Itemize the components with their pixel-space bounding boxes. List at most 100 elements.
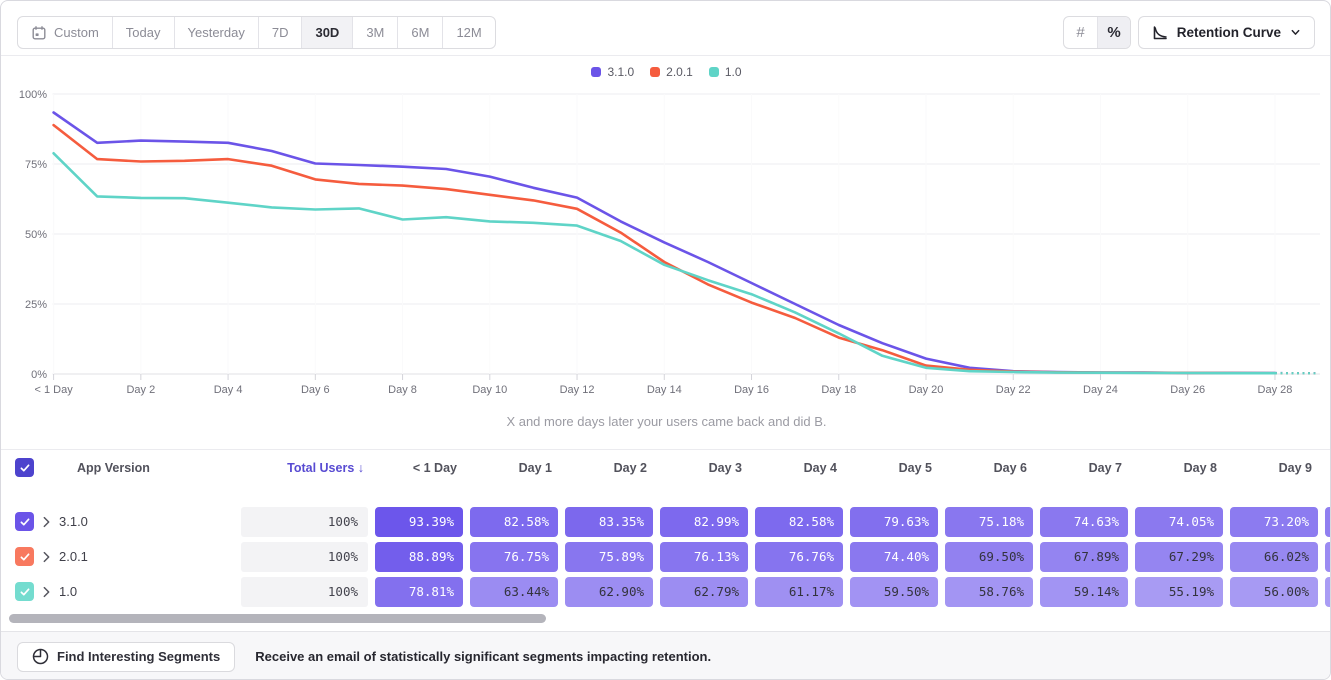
column-header-day-1[interactable]: Day 1: [470, 450, 558, 486]
retention-cell-2.0.1-day-5[interactable]: 74.40%: [850, 542, 938, 572]
retention-cell-2.0.1-day-8[interactable]: 67.29%: [1135, 542, 1223, 572]
table-row-1.0: 1.0100%78.81%63.44%62.90%62.79%61.17%59.…: [1, 577, 1331, 607]
horizontal-scrollbar-thumb[interactable]: [9, 614, 546, 623]
expand-chevron-right-icon[interactable]: [43, 516, 50, 528]
column-header-day-9[interactable]: Day 9: [1230, 450, 1318, 486]
column-header-day-3[interactable]: Day 3: [660, 450, 748, 486]
retention-cell-3.1.0-day-1[interactable]: 82.58%: [470, 507, 558, 537]
retention-cell-1.0-day-0[interactable]: 78.81%: [375, 577, 463, 607]
table-header-row: App VersionTotal Users ↓< 1 DayDay 1Day …: [1, 449, 1331, 485]
column-header-day-4[interactable]: Day 4: [755, 450, 843, 486]
svg-text:Day 22: Day 22: [996, 384, 1031, 396]
retention-cell-1.0-day-1[interactable]: 63.44%: [470, 577, 558, 607]
retention-cell-3.1.0-day-5[interactable]: 79.63%: [850, 507, 938, 537]
expand-chevron-right-icon[interactable]: [43, 586, 50, 598]
svg-text:Day 20: Day 20: [909, 384, 944, 396]
retention-cell-1.0-day-2[interactable]: 62.90%: [565, 577, 653, 607]
select-all-checkbox[interactable]: [15, 458, 34, 477]
date-range-label: 3M: [366, 25, 384, 40]
date-range-label: Custom: [54, 25, 99, 40]
date-range-custom[interactable]: Custom: [18, 17, 112, 48]
retention-cell-2.0.1-day-0[interactable]: 88.89%: [375, 542, 463, 572]
svg-text:Day 10: Day 10: [472, 384, 507, 396]
expand-chevron-right-icon[interactable]: [43, 551, 50, 563]
row-checkbox-3.1.0[interactable]: [15, 512, 34, 531]
svg-text:25%: 25%: [25, 299, 47, 311]
chevron-down-icon: [1290, 27, 1301, 38]
retention-cell-2.0.1-day-7[interactable]: 67.89%: [1040, 542, 1128, 572]
column-header-total-users-sort[interactable]: Total Users ↓: [241, 450, 368, 486]
row-checkbox-1.0[interactable]: [15, 582, 34, 601]
calendar-icon: [31, 25, 47, 41]
date-range-3m[interactable]: 3M: [352, 17, 397, 48]
chart-gridlines: [53, 94, 1320, 380]
date-range-7d[interactable]: 7D: [258, 17, 302, 48]
total-users-cell: 100%: [241, 507, 368, 537]
retention-cell-1.0-day-9[interactable]: 56.00%: [1230, 577, 1318, 607]
find-interesting-segments-button[interactable]: Find Interesting Segments: [17, 642, 235, 672]
date-range-30d[interactable]: 30D: [301, 17, 352, 48]
svg-text:0%: 0%: [31, 369, 47, 381]
date-range-12m[interactable]: 12M: [442, 17, 494, 48]
column-header-app-version: App Version: [77, 450, 150, 486]
absolute-values-toggle[interactable]: #: [1064, 17, 1097, 48]
date-range-label: Today: [126, 25, 161, 40]
svg-text:50%: 50%: [25, 229, 47, 241]
retention-cell-3.1.0-day-9[interactable]: 73.20%: [1230, 507, 1318, 537]
toolbar: Custom Today Yesterday 7D30D 3M 6M 12M #% Rete…: [1, 1, 1330, 56]
retention-cell-1.0-day-7[interactable]: 59.14%: [1040, 577, 1128, 607]
retention-cell-2.0.1-day-9[interactable]: 66.02%: [1230, 542, 1318, 572]
retention-cell-2.0.1-day-4[interactable]: 76.76%: [755, 542, 843, 572]
retention-cell-2.0.1-day-2[interactable]: 75.89%: [565, 542, 653, 572]
chart-series-lines: [54, 113, 1319, 374]
column-header-day-5[interactable]: Day 5: [850, 450, 938, 486]
chart-caption: X and more days later your users came ba…: [1, 414, 1331, 429]
retention-cell-3.1.0-day-7[interactable]: 74.63%: [1040, 507, 1128, 537]
retention-cell-2.0.1-day-3[interactable]: 76.13%: [660, 542, 748, 572]
retention-cell-1.0-day-8[interactable]: 55.19%: [1135, 577, 1223, 607]
svg-text:Day 6: Day 6: [301, 384, 330, 396]
retention-cell-partial[interactable]: [1325, 542, 1331, 572]
column-header-day-0[interactable]: < 1 Day: [375, 450, 463, 486]
total-users-cell: 100%: [241, 542, 368, 572]
column-header-day-8[interactable]: Day 8: [1135, 450, 1223, 486]
retention-cell-1.0-day-3[interactable]: 62.79%: [660, 577, 748, 607]
retention-cell-1.0-day-5[interactable]: 59.50%: [850, 577, 938, 607]
date-range-yesterday[interactable]: Yesterday: [174, 17, 258, 48]
retention-cell-2.0.1-day-1[interactable]: 76.75%: [470, 542, 558, 572]
retention-cell-partial[interactable]: [1325, 507, 1331, 537]
format-toggle: #%: [1063, 16, 1131, 49]
column-header-day-6[interactable]: Day 6: [945, 450, 1033, 486]
percent-values-toggle[interactable]: %: [1097, 17, 1130, 48]
retention-cell-partial[interactable]: [1325, 577, 1331, 607]
chart-type-label: Retention Curve: [1177, 25, 1281, 40]
retention-cell-1.0-day-6[interactable]: 58.76%: [945, 577, 1033, 607]
retention-cell-3.1.0-day-8[interactable]: 74.05%: [1135, 507, 1223, 537]
row-checkbox-2.0.1[interactable]: [15, 547, 34, 566]
date-range-label: Yesterday: [188, 25, 245, 40]
chart-type-dropdown[interactable]: Retention Curve: [1138, 16, 1315, 49]
retention-cell-1.0-day-4[interactable]: 61.17%: [755, 577, 843, 607]
svg-text:Day 26: Day 26: [1170, 384, 1205, 396]
app-version-label: 3.1.0: [59, 507, 88, 537]
retention-cell-3.1.0-day-0[interactable]: 93.39%: [375, 507, 463, 537]
retention-cell-3.1.0-day-2[interactable]: 83.35%: [565, 507, 653, 537]
date-range-label: 6M: [411, 25, 429, 40]
retention-cell-3.1.0-day-3[interactable]: 82.99%: [660, 507, 748, 537]
retention-table: App VersionTotal Users ↓< 1 DayDay 1Day …: [1, 441, 1331, 613]
svg-text:Day 24: Day 24: [1083, 384, 1118, 396]
retention-cell-2.0.1-day-6[interactable]: 69.50%: [945, 542, 1033, 572]
retention-report-card: Custom Today Yesterday 7D30D 3M 6M 12M #% Rete…: [0, 0, 1331, 680]
column-header-day-2[interactable]: Day 2: [565, 450, 653, 486]
find-segments-label: Find Interesting Segments: [57, 649, 220, 664]
retention-curve-icon: [1152, 25, 1168, 41]
column-header-day-7[interactable]: Day 7: [1040, 450, 1128, 486]
date-range-6m[interactable]: 6M: [397, 17, 442, 48]
footer-message: Receive an email of statistically signif…: [255, 649, 711, 664]
footer-bar: Find Interesting Segments Receive an ema…: [1, 631, 1330, 680]
retention-cell-3.1.0-day-6[interactable]: 75.18%: [945, 507, 1033, 537]
retention-chart-area: 3.1.02.0.11.0 0%25%50%75%100%< 1 DayDay …: [1, 56, 1331, 441]
retention-cell-3.1.0-day-4[interactable]: 82.58%: [755, 507, 843, 537]
y-axis-labels: 0%25%50%75%100%: [19, 89, 47, 381]
date-range-today[interactable]: Today: [112, 17, 174, 48]
